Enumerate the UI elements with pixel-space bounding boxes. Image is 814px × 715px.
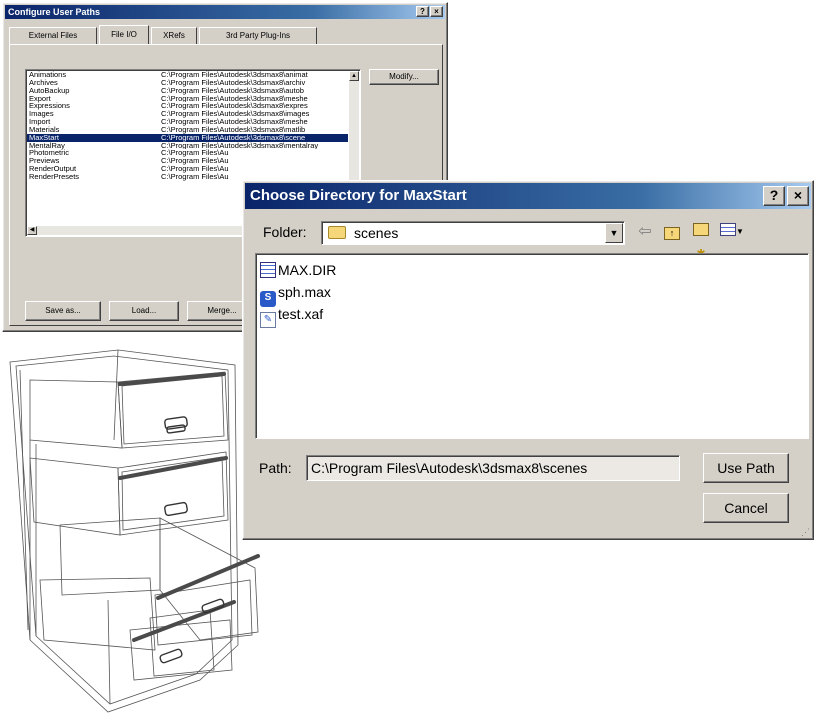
table-row[interactable]: Archives C:\Program Files\Autodesk\3dsmax… bbox=[27, 78, 348, 87]
up-folder-icon[interactable]: ↑ bbox=[661, 221, 683, 243]
file-name: test.xaf bbox=[278, 306, 324, 322]
dialog-close-button[interactable]: × bbox=[787, 186, 809, 206]
view-menu-icon[interactable]: ▼ bbox=[717, 221, 747, 243]
path-value: C:\Program Files\Au bbox=[161, 165, 229, 173]
load-button[interactable]: Load... bbox=[109, 301, 179, 321]
path-value: C:\Program Files\Autodesk\3dsmax8\matlib bbox=[161, 125, 306, 134]
path-label: Path: bbox=[259, 460, 292, 476]
table-row[interactable]: Animations C:\Program Files\Autodesk\3dsm… bbox=[27, 71, 348, 79]
table-row[interactable]: Photometric C:\Program Files\Au bbox=[27, 149, 348, 157]
back-arrow-icon[interactable]: ⇦ bbox=[635, 221, 655, 243]
list-item[interactable]: MAX.DIR bbox=[260, 260, 336, 280]
table-row[interactable]: Export C:\Program Files\Autodesk\3dsmax8\… bbox=[27, 94, 348, 103]
folder-icon bbox=[328, 226, 346, 239]
table-row[interactable]: Expressions C:\Program Files\Autodesk\3ds… bbox=[27, 102, 348, 110]
path-value: C:\Program Files\Autodesk\3dsmax8\meshe bbox=[161, 94, 308, 103]
tab-external-files[interactable]: External Files bbox=[9, 27, 97, 45]
table-row[interactable]: MaxStart C:\Program Files\Autodesk\3dsmax… bbox=[27, 133, 348, 142]
folder-dropdown[interactable]: scenes ▼ bbox=[321, 221, 625, 245]
path-value: C:\Program Files\Autodesk\3dsmax8\autob bbox=[161, 86, 304, 95]
scroll-up-icon[interactable]: ▲ bbox=[349, 71, 359, 81]
save-as-button[interactable]: Save as... bbox=[25, 301, 101, 321]
path-value: C:\Program Files\Autodesk\3dsmax8\animat bbox=[161, 71, 308, 79]
list-item[interactable]: ✎ test.xaf bbox=[260, 304, 324, 328]
cancel-button[interactable]: Cancel bbox=[703, 493, 789, 523]
path-value: C:\Program Files\Autodesk\3dsmax8\expres bbox=[161, 102, 308, 111]
resize-grip-icon[interactable]: ⋰ bbox=[801, 527, 811, 537]
path-field[interactable]: C:\Program Files\Autodesk\3dsmax8\scenes bbox=[306, 455, 680, 481]
file-list[interactable]: MAX.DIR Ssph.max ✎ test.xaf bbox=[255, 253, 809, 439]
path-value: C:\Program Files\Autodesk\3dsmax8\archiv bbox=[161, 78, 306, 87]
choose-directory-dialog: Choose Directory for MaxStart ? × Folder… bbox=[242, 180, 814, 540]
tab-3rd-party-plugins[interactable]: 3rd Party Plug-Ins bbox=[199, 27, 317, 45]
path-name: RenderPresets bbox=[29, 171, 80, 181]
dir-file-icon bbox=[260, 262, 276, 278]
path-value: C:\Program Files\Autodesk\3dsmax8\meshe bbox=[161, 118, 308, 126]
tab-xrefs[interactable]: XRefs bbox=[151, 27, 197, 45]
table-row[interactable]: Import C:\Program Files\Autodesk\3dsmax8\… bbox=[27, 118, 348, 126]
table-row[interactable]: MentalRay C:\Program Files\Autodesk\3dsma… bbox=[27, 141, 348, 150]
table-row[interactable]: AutoBackup C:\Program Files\Autodesk\3dsm… bbox=[27, 86, 348, 95]
folder-value: scenes bbox=[354, 225, 399, 241]
path-value: C:\Program Files\Autodesk\3dsmax8\mental… bbox=[161, 141, 319, 150]
path-value: C:\Program Files\Autodesk\3dsmax8\images bbox=[161, 110, 310, 119]
dialog-title: Choose Directory for MaxStart bbox=[250, 187, 467, 204]
file-name: sph.max bbox=[278, 284, 331, 300]
path-value: C:\Program Files\Autodesk\3dsmax8\scene bbox=[161, 133, 306, 142]
table-row[interactable]: Materials C:\Program Files\Autodesk\3dsma… bbox=[27, 126, 348, 134]
file-name: MAX.DIR bbox=[278, 262, 337, 278]
config-title-bar[interactable]: Configure User Paths ? × bbox=[5, 5, 445, 19]
close-button[interactable]: × bbox=[430, 6, 443, 17]
list-item[interactable]: Ssph.max bbox=[260, 282, 331, 307]
table-row[interactable]: Images C:\Program Files\Autodesk\3dsmax8\… bbox=[27, 110, 348, 118]
path-value: C:\Program Files\Au bbox=[161, 149, 229, 158]
config-title: Configure User Paths bbox=[8, 7, 101, 17]
tab-file-io[interactable]: File I/O bbox=[99, 25, 149, 45]
xaf-file-icon: ✎ bbox=[260, 312, 276, 328]
path-value: C:\Program Files\Au bbox=[161, 157, 229, 166]
chevron-down-icon[interactable]: ▼ bbox=[605, 223, 623, 243]
scroll-left-icon[interactable]: ◀ bbox=[27, 226, 37, 235]
dialog-title-bar[interactable]: Choose Directory for MaxStart ? × bbox=[245, 183, 811, 209]
dialog-help-button[interactable]: ? bbox=[763, 186, 785, 206]
folder-label: Folder: bbox=[263, 224, 307, 240]
help-button[interactable]: ? bbox=[416, 6, 429, 17]
cabinet-wireframe-image bbox=[9, 349, 260, 713]
modify-button[interactable]: Modify... bbox=[369, 69, 439, 85]
new-folder-icon[interactable]: ✱ bbox=[689, 221, 713, 260]
use-path-button[interactable]: Use Path bbox=[703, 453, 789, 483]
